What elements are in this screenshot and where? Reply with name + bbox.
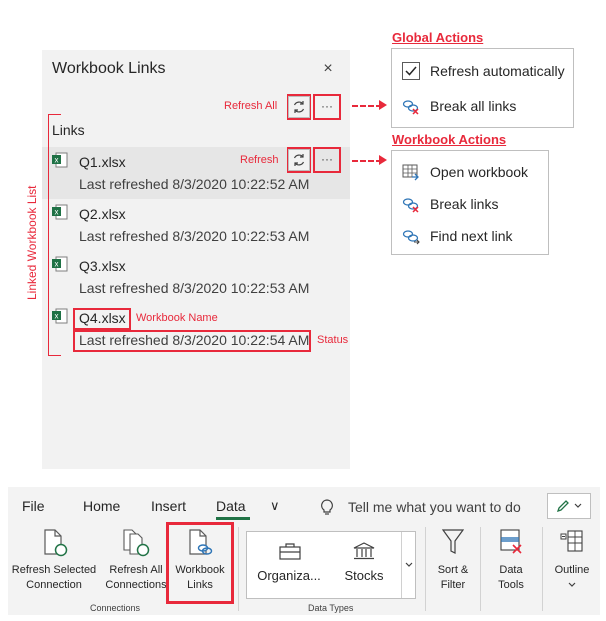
- refresh-all-annotation: Refresh All: [224, 100, 278, 112]
- button-label: Tools: [498, 579, 524, 591]
- chevron-down-icon: [568, 582, 576, 587]
- linked-workbook-list-annotation: Linked Workbook List: [25, 185, 39, 300]
- active-tab-indicator: [216, 517, 250, 520]
- status-annotation: Status: [317, 334, 349, 346]
- sort-filter-button[interactable]: Sort & Filter: [432, 527, 474, 595]
- menu-item-refresh-automatically[interactable]: Refresh automatically: [402, 62, 565, 80]
- group-divider: [480, 527, 481, 611]
- group-divider: [425, 527, 426, 611]
- button-label: Sort &: [437, 564, 469, 576]
- menu-item-find-next-link[interactable]: Find next link: [402, 227, 512, 245]
- refresh-annotation: Refresh: [240, 154, 279, 166]
- lightbulb-icon: [320, 499, 334, 522]
- refresh-all-button[interactable]: [288, 96, 310, 118]
- refresh-workbook-button[interactable]: [288, 149, 310, 171]
- data-types-gallery: Organiza... Stocks: [246, 531, 416, 599]
- refresh-connection-icon: [44, 529, 68, 557]
- workbook-actions-connector: [352, 160, 382, 162]
- refresh-selected-connection-button[interactable]: Refresh Selected Connection: [8, 527, 100, 595]
- file-name[interactable]: Q3.xlsx: [79, 258, 126, 274]
- pane-title: Workbook Links: [52, 60, 166, 77]
- button-label: Refresh All: [109, 564, 163, 576]
- tab-data[interactable]: Data: [216, 498, 246, 514]
- tabs-overflow-chevron[interactable]: ∨: [270, 498, 280, 514]
- refresh-icon: [293, 101, 305, 113]
- excel-ribbon: File Home Insert Data ∨ Tell me what you…: [8, 487, 600, 615]
- file-status: Last refreshed 8/3/2020 10:22:53 AM: [79, 228, 310, 244]
- button-label: Connections: [105, 579, 167, 591]
- workbook-links-pane: Workbook Links × ··· Refresh All Links x…: [42, 50, 350, 469]
- workbook-actions-title: Workbook Actions: [392, 132, 507, 147]
- refresh-all-connections-button[interactable]: Refresh All Connections: [101, 527, 171, 595]
- workbook-actions-menu: Open workbook Break links Find next link: [391, 150, 549, 255]
- global-more-button[interactable]: ···: [317, 96, 337, 116]
- menu-item-label: Open workbook: [430, 164, 529, 180]
- chevron-down-icon: [405, 562, 413, 567]
- global-actions-connector: [352, 105, 382, 107]
- button-label: Outline: [554, 564, 590, 576]
- stocks-button[interactable]: Stocks: [333, 536, 395, 594]
- file-status: Last refreshed 8/3/2020 10:22:53 AM: [79, 280, 310, 296]
- menu-item-label: Refresh automatically: [430, 63, 565, 79]
- workbook-links-button[interactable]: Workbook Links: [169, 527, 231, 595]
- tab-file[interactable]: File: [22, 498, 45, 514]
- outline-icon: [560, 530, 583, 552]
- briefcase-icon: [279, 543, 301, 560]
- data-tools-button[interactable]: Data Tools: [488, 527, 534, 595]
- group-divider: [238, 527, 239, 611]
- button-label: Links: [187, 579, 213, 591]
- checkmark-icon: [402, 62, 420, 80]
- group-label-data-types: Data Types: [308, 603, 354, 613]
- file-name[interactable]: Q4.xlsx: [79, 310, 126, 326]
- menu-item-break-all-links[interactable]: Break all links: [402, 97, 516, 115]
- refresh-all-icon: [123, 529, 150, 557]
- pencil-icon: [556, 500, 569, 513]
- workbook-name-annotation: Workbook Name: [136, 312, 218, 324]
- menu-item-label: Break links: [430, 196, 499, 212]
- file-name[interactable]: Q2.xlsx: [79, 206, 126, 222]
- menu-item-break-links[interactable]: Break links: [402, 195, 498, 213]
- arrow-icon: [379, 100, 387, 110]
- menu-item-label: Find next link: [430, 228, 513, 244]
- data-types-more-button[interactable]: [401, 532, 416, 598]
- close-button[interactable]: ×: [320, 60, 336, 78]
- file-status: Last refreshed 8/3/2020 10:22:52 AM: [79, 176, 310, 192]
- menu-item-open-workbook[interactable]: Open workbook: [402, 163, 528, 181]
- group-label-connections: Connections: [90, 603, 141, 613]
- data-tools-icon: [500, 529, 522, 554]
- tell-me-search[interactable]: Tell me what you want to do: [348, 499, 521, 515]
- break-link-icon: [402, 100, 419, 115]
- file-name[interactable]: Q1.xlsx: [79, 154, 126, 170]
- refresh-icon: [293, 154, 305, 166]
- editing-mode-button[interactable]: [547, 493, 591, 519]
- workbook-links-icon: [189, 529, 213, 555]
- tab-home[interactable]: Home: [83, 498, 120, 514]
- file-status: Last refreshed 8/3/2020 10:22:54 AM: [79, 332, 310, 348]
- group-divider: [542, 527, 543, 611]
- open-workbook-icon: [402, 164, 419, 181]
- button-label: Organiza...: [257, 568, 321, 583]
- find-link-icon: [402, 230, 420, 245]
- button-label: Workbook: [175, 564, 225, 576]
- menu-item-label: Break all links: [430, 98, 517, 114]
- outline-button[interactable]: Outline: [548, 527, 596, 595]
- button-label: Connection: [26, 579, 82, 591]
- break-link-icon: [402, 198, 419, 213]
- chevron-down-icon: [574, 503, 582, 508]
- tab-insert[interactable]: Insert: [151, 498, 186, 514]
- linked-list-bracket: [48, 114, 61, 356]
- workbook-more-button[interactable]: ···: [317, 149, 337, 169]
- organization-button[interactable]: Organiza...: [253, 536, 325, 594]
- button-label: Refresh Selected: [11, 564, 97, 576]
- button-label: Filter: [440, 579, 466, 591]
- bank-icon: [353, 542, 375, 560]
- arrow-icon: [379, 155, 387, 165]
- global-actions-menu: Refresh automatically Break all links: [391, 48, 574, 128]
- button-label: Data: [499, 564, 523, 576]
- global-actions-title: Global Actions: [392, 30, 484, 45]
- filter-icon: [442, 529, 464, 554]
- button-label: Stocks: [344, 568, 384, 583]
